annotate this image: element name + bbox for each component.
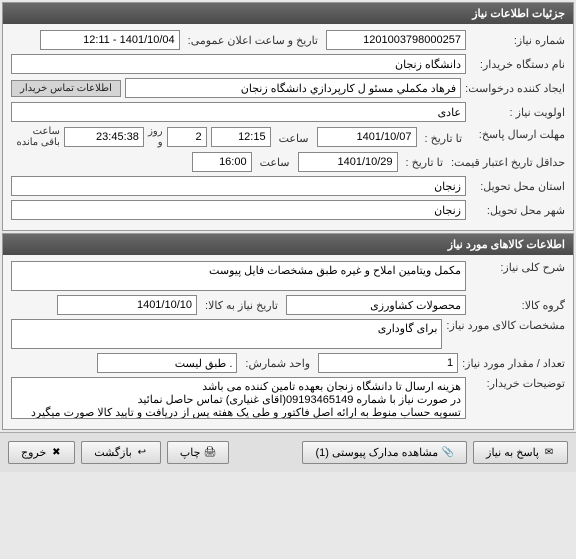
goods-info-panel: اطلاعات کالاهای مورد نیاز شرح کلی نیاز: … (2, 233, 574, 430)
back-icon: ↩ (136, 447, 148, 459)
reply-label: پاسخ به نیاز (486, 446, 539, 459)
back-button[interactable]: ↩ بازگشت (81, 441, 161, 464)
buyer-contact-button[interactable]: اطلاعات تماس خریدار (11, 80, 121, 97)
unit-label: واحد شمارش: (245, 357, 310, 370)
validity-time-input[interactable] (192, 152, 252, 172)
city-label: شهر محل تحویل: (470, 204, 565, 217)
province-label: استان محل تحویل: (470, 180, 565, 193)
print-label: چاپ (180, 446, 201, 459)
deadline-time-input[interactable] (211, 127, 271, 147)
desc-label: شرح کلی نیاز: (470, 261, 565, 274)
panel2-header: اطلاعات کالاهای مورد نیاز (3, 234, 573, 255)
creator-label: ایجاد کننده درخواست: (465, 82, 565, 95)
need-no-label: شماره نیاز: (470, 34, 565, 47)
time-label-1: ساعت (279, 130, 309, 145)
deadline-date-input[interactable] (317, 127, 417, 147)
panel1-header: جزئیات اطلاعات نیاز (3, 3, 573, 24)
panel2-body: شرح کلی نیاز: گروه کالا: تاریخ نیاز به ک… (3, 255, 573, 429)
time-label-2: ساعت (260, 156, 290, 169)
exit-label: خروج (21, 446, 46, 459)
desc-textarea[interactable] (11, 261, 466, 291)
group-label: گروه کالا: (470, 299, 565, 312)
validity-date-input[interactable] (298, 152, 398, 172)
announce-label: تاریخ و ساعت اعلان عمومی: (188, 34, 318, 47)
attachments-label: مشاهده مدارک پیوستی (1) (315, 446, 438, 459)
priority-label: اولویت نیاز : (470, 106, 565, 119)
days-label: روز و (148, 126, 163, 148)
need-details-panel: جزئیات اطلاعات نیاز شماره نیاز: تاریخ و … (2, 2, 574, 231)
attachment-icon: 📎 (442, 447, 454, 459)
province-input[interactable] (11, 176, 466, 196)
validity-label: حداقل تاریخ اعتبار قیمت: (451, 156, 565, 169)
hours-remaining-input[interactable] (64, 127, 144, 147)
buyer-org-input[interactable] (11, 54, 466, 74)
to-date-label-2: تا تاریخ : (406, 156, 443, 169)
exit-button[interactable]: ✖ خروج (8, 441, 75, 464)
spec-label: مشخصات کالای مورد نیاز: (446, 319, 565, 332)
announce-input[interactable] (40, 30, 180, 50)
buyer-org-label: نام دستگاه خریدار: (470, 58, 565, 71)
need-date-input[interactable] (57, 295, 197, 315)
reply-button[interactable]: ✉ پاسخ به نیاز (473, 441, 568, 464)
deadline-label: مهلت ارسال پاسخ: (470, 126, 565, 141)
buyer-note-label: توضیحات خریدار: (470, 377, 565, 390)
days-remaining-input[interactable] (167, 127, 207, 147)
print-button[interactable]: 🖨 چاپ (167, 441, 230, 464)
qty-label: تعداد / مقدار مورد نیاز: (462, 357, 565, 370)
qty-input[interactable] (318, 353, 458, 373)
spec-textarea[interactable] (11, 319, 442, 349)
buyer-note-textarea[interactable] (11, 377, 466, 419)
need-no-input[interactable] (326, 30, 466, 50)
group-input[interactable] (286, 295, 466, 315)
panel1-body: شماره نیاز: تاریخ و ساعت اعلان عمومی: نا… (3, 24, 573, 230)
print-icon: 🖨 (204, 447, 216, 459)
exit-icon: ✖ (50, 447, 62, 459)
need-date-label: تاریخ نیاز به کالا: (205, 299, 278, 312)
creator-input[interactable] (125, 78, 461, 98)
priority-input[interactable] (11, 102, 466, 122)
bottom-bar: ✉ پاسخ به نیاز 📎 مشاهده مدارک پیوستی (1)… (0, 432, 576, 472)
attachments-button[interactable]: 📎 مشاهده مدارک پیوستی (1) (302, 441, 467, 464)
remaining-label: ساعت باقی مانده (11, 126, 60, 148)
back-label: بازگشت (94, 446, 132, 459)
reply-icon: ✉ (543, 447, 555, 459)
unit-input[interactable] (97, 353, 237, 373)
city-input[interactable] (11, 200, 466, 220)
to-date-label-1: تا تاریخ : (425, 130, 462, 145)
